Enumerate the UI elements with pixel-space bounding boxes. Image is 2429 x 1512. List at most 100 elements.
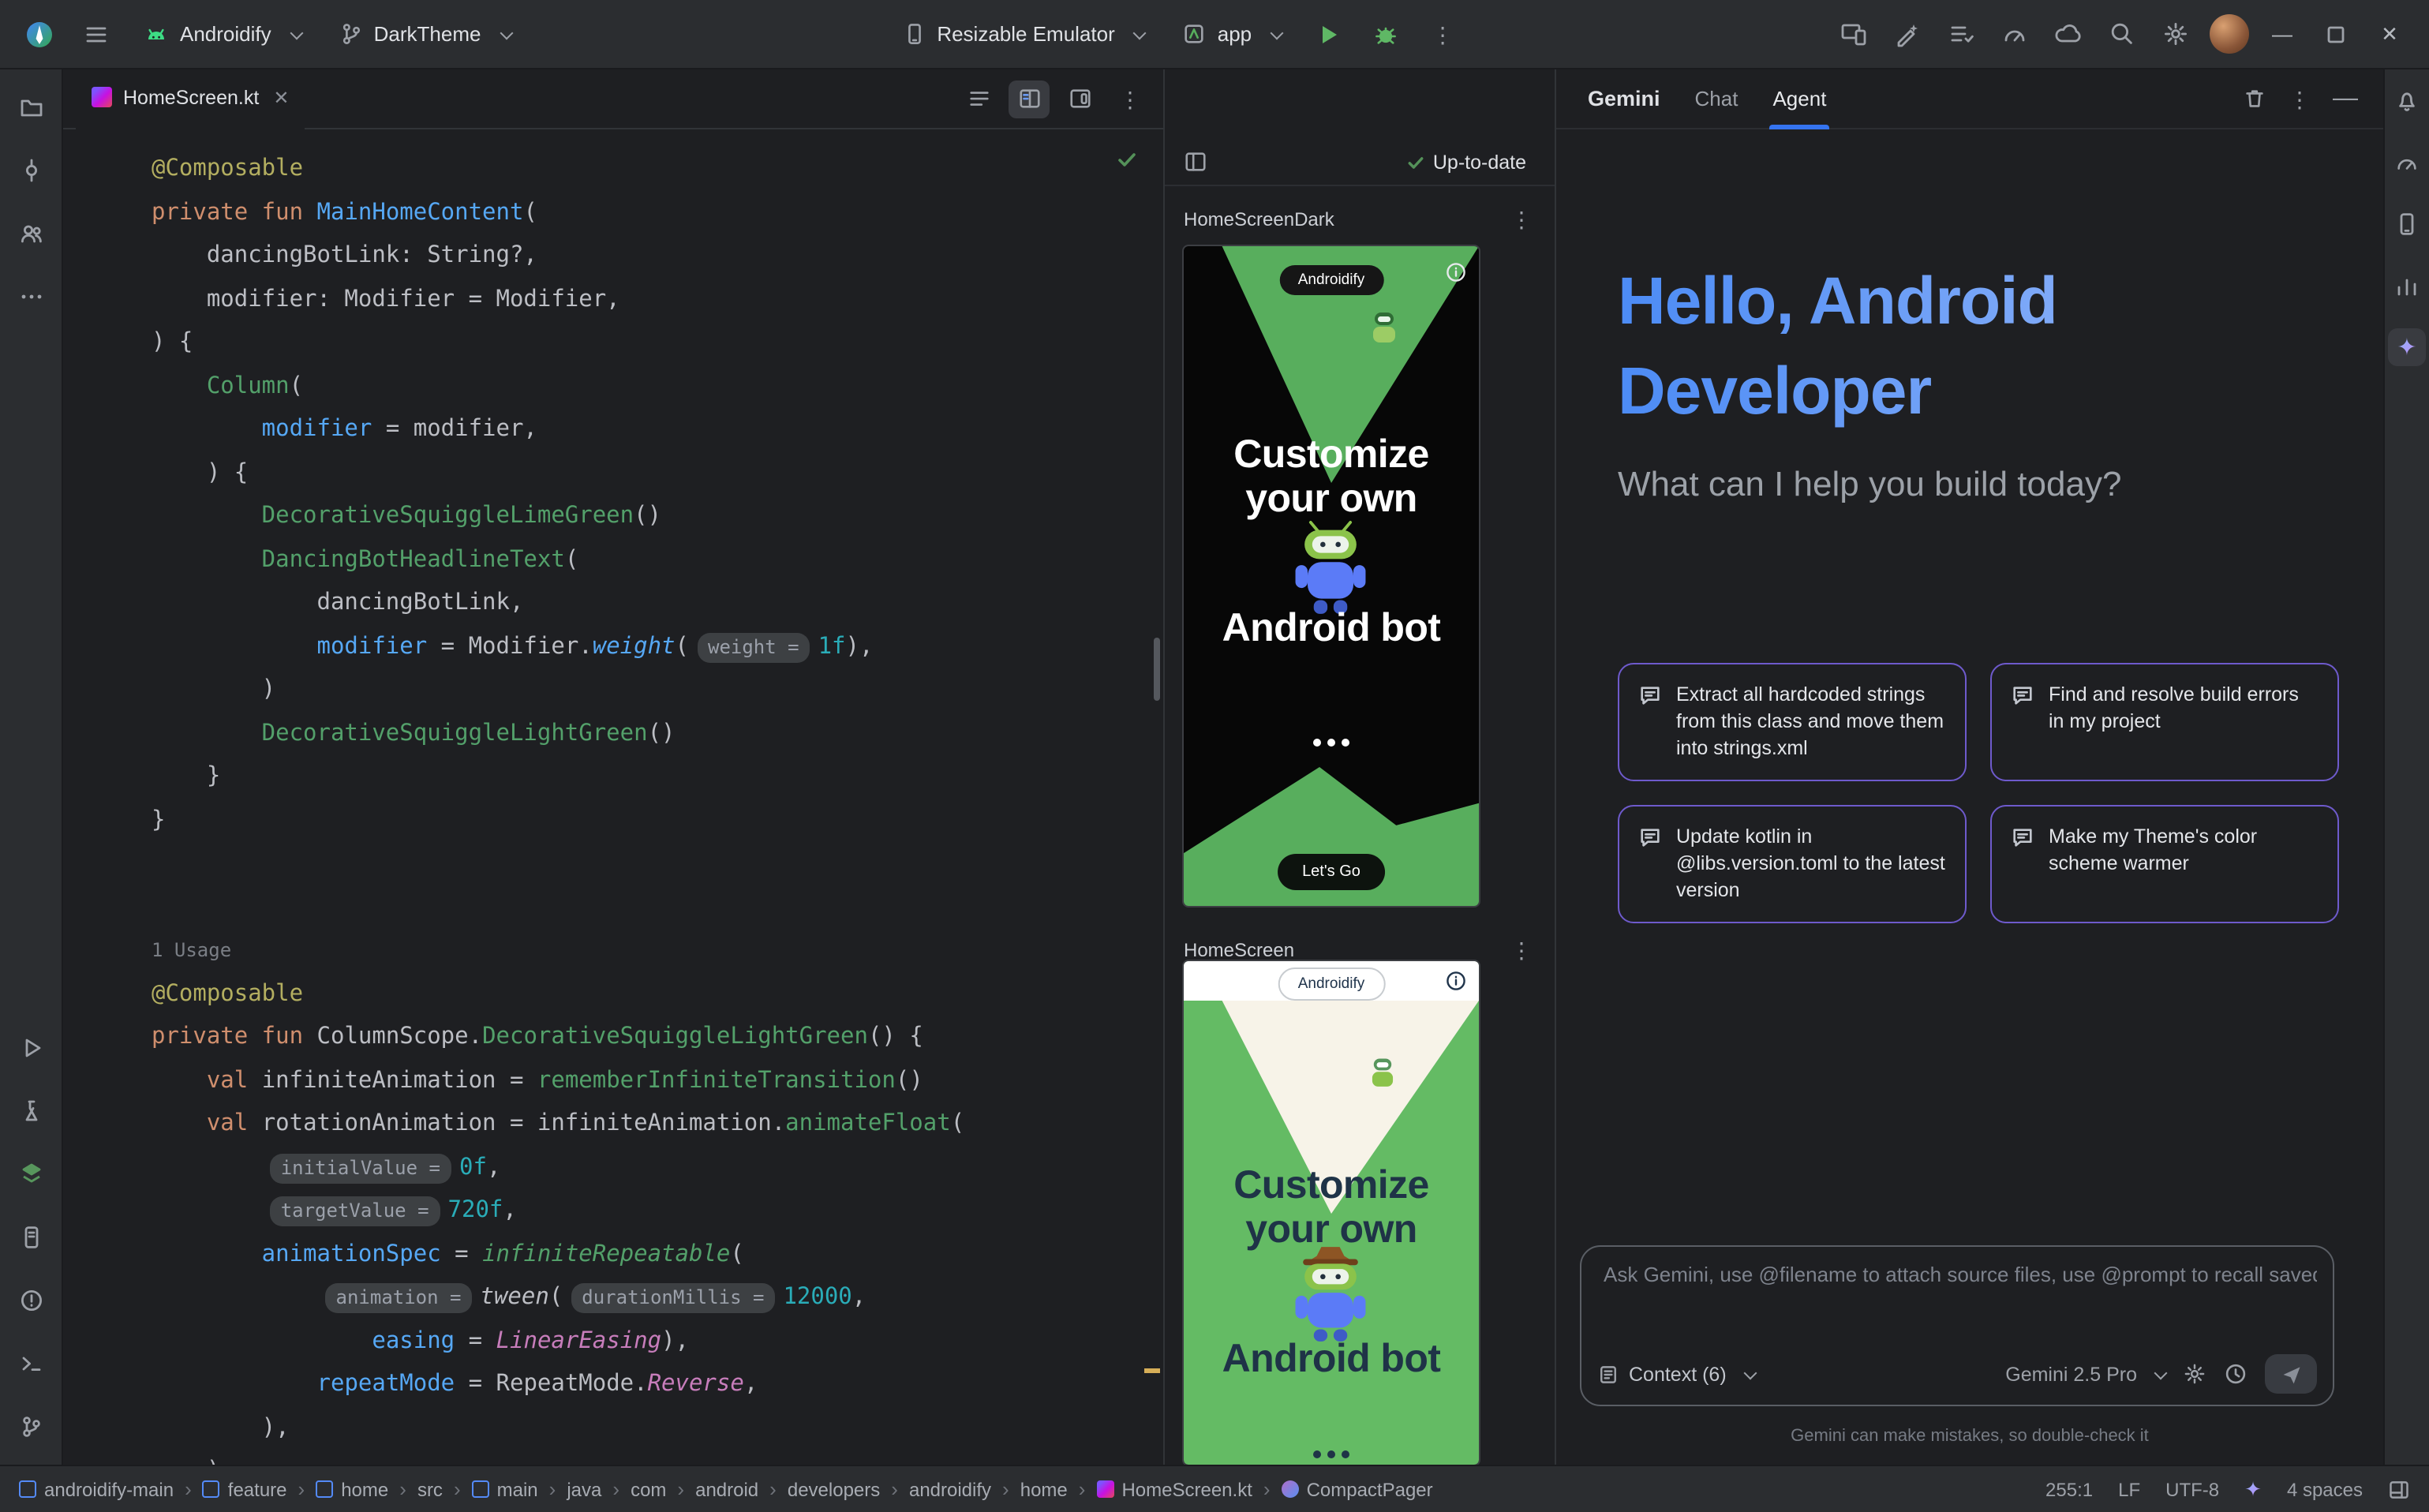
layout-settings-icon[interactable]	[2388, 1478, 2410, 1500]
project-selector[interactable]: Androidify	[129, 13, 316, 54]
code-line[interactable]: 1 Usage	[152, 930, 1163, 973]
run-tool-window-icon[interactable]	[9, 1026, 53, 1070]
build-tool-window-icon[interactable]	[9, 1152, 53, 1196]
breadcrumb-item[interactable]: developers	[788, 1478, 880, 1500]
gemini-settings-icon[interactable]	[2183, 1362, 2206, 1386]
breadcrumb-item[interactable]: java	[567, 1478, 601, 1500]
caret-position[interactable]: 255:1	[2045, 1478, 2093, 1500]
suggestion-card[interactable]: Make my Theme's color scheme warmer	[1990, 805, 2339, 923]
inspections-ok-icon[interactable]	[1116, 148, 1138, 170]
breadcrumb-item[interactable]: src	[417, 1478, 443, 1500]
preview-kebab-icon[interactable]: ⋮	[1510, 208, 1533, 230]
run-options-kebab-icon[interactable]: ⋮	[1419, 10, 1466, 58]
code-line[interactable]: }	[152, 756, 1163, 799]
code-line[interactable]: dancingBotLink,	[152, 582, 1163, 626]
debug-button[interactable]	[1362, 10, 1409, 58]
profiler-icon[interactable]	[1990, 10, 2038, 58]
code-line[interactable]: initialValue =0f,	[152, 1147, 1163, 1190]
gemini-tool-window-icon[interactable]: ✦	[2388, 328, 2426, 366]
breadcrumb-item[interactable]: home	[316, 1478, 388, 1500]
inspection-stripe-mark[interactable]	[1144, 1368, 1160, 1373]
device-manager-icon[interactable]	[2388, 205, 2426, 243]
window-maximize-button[interactable]	[2312, 10, 2360, 58]
tab-close-icon[interactable]: ✕	[273, 86, 289, 108]
code-line[interactable]	[152, 886, 1163, 930]
tab-chat[interactable]: Chat	[1695, 69, 1738, 129]
code-line[interactable]: private fun ColumnScope.DecorativeSquigg…	[152, 1016, 1163, 1060]
version-control-tool-window-icon[interactable]	[9, 1405, 53, 1449]
terminal-tool-window-icon[interactable]	[9, 1342, 53, 1386]
device-selector[interactable]: Resizable Emulator	[888, 14, 1158, 54]
user-avatar[interactable]	[2205, 10, 2252, 58]
code-line[interactable]: animation =tween(durationMillis =12000,	[152, 1277, 1163, 1320]
code-line[interactable]: animationSpec = infiniteRepeatable(	[152, 1233, 1163, 1277]
ai-code-actions-icon[interactable]	[1883, 10, 1930, 58]
code-line[interactable]: Column(	[152, 365, 1163, 409]
breadcrumb-item[interactable]: CompactPager	[1282, 1478, 1433, 1500]
breadcrumb-item[interactable]: androidify	[909, 1478, 991, 1500]
code-line[interactable]: val infiniteAnimation = rememberInfinite…	[152, 1060, 1163, 1103]
code-line[interactable]: )	[152, 1450, 1163, 1465]
code-line[interactable]: DecorativeSquiggleLightGreen()	[152, 713, 1163, 756]
code-line[interactable]: ),	[152, 1407, 1163, 1450]
code-line[interactable]: DecorativeSquiggleLimeGreen()	[152, 496, 1163, 539]
breadcrumb-item[interactable]: main	[472, 1478, 538, 1500]
task-list-icon[interactable]	[1937, 10, 1984, 58]
suggestion-card[interactable]: Extract all hardcoded strings from this …	[1618, 663, 1967, 781]
preview-kebab-icon[interactable]: ⋮	[1510, 939, 1533, 961]
code-line[interactable]: easing = LinearEasing),	[152, 1320, 1163, 1364]
breadcrumb-item[interactable]: feature	[203, 1478, 287, 1500]
prompt-history-icon[interactable]	[2224, 1362, 2247, 1386]
gemini-status-spark-icon[interactable]: ✦	[2244, 1479, 2262, 1499]
code-line[interactable]: ) {	[152, 322, 1163, 365]
info-icon[interactable]	[1446, 971, 1466, 991]
breadcrumb-item[interactable]: HomeScreen.kt	[1096, 1478, 1252, 1500]
code-line[interactable]: )	[152, 669, 1163, 713]
editor-tab-homescreen[interactable]: HomeScreen.kt ✕	[76, 69, 305, 129]
window-close-button[interactable]: ✕	[2366, 10, 2413, 58]
code-line[interactable]: dancingBotLink: String?,	[152, 235, 1163, 279]
model-selector[interactable]: Gemini 2.5 Pro	[2005, 1363, 2165, 1385]
preview-layout-icon[interactable]	[1184, 150, 1207, 174]
coverage-tool-window-icon[interactable]	[9, 1089, 53, 1133]
code-line[interactable]: repeatMode = RepeatMode.Reverse,	[152, 1364, 1163, 1407]
gemini-options-kebab-icon[interactable]: ⋮	[2289, 88, 2311, 110]
breadcrumb-item[interactable]: androidify-main	[19, 1478, 174, 1500]
breadcrumb-item[interactable]: home	[1020, 1478, 1068, 1500]
hide-panel-icon[interactable]: —	[2333, 84, 2358, 113]
project-tool-window-icon[interactable]	[9, 85, 53, 129]
file-encoding[interactable]: UTF-8	[2165, 1478, 2219, 1500]
breadcrumb-item[interactable]: com	[631, 1478, 666, 1500]
sync-project-icon[interactable]	[2044, 10, 2091, 58]
suggestion-card[interactable]: Update kotlin in @libs.version.toml to t…	[1618, 805, 1967, 923]
code-line[interactable]: modifier = Modifier.weight(weight =1f),	[152, 626, 1163, 669]
line-ending[interactable]: LF	[2118, 1478, 2140, 1500]
code-line[interactable]: @Composable	[152, 973, 1163, 1016]
suggestion-card[interactable]: Find and resolve build errors in my proj…	[1990, 663, 2339, 781]
code-line[interactable]: modifier = modifier,	[152, 409, 1163, 452]
indent-setting[interactable]: 4 spaces	[2287, 1478, 2363, 1500]
gemini-prompt-input[interactable]	[1600, 1259, 2317, 1335]
code-line[interactable]: @Composable	[152, 148, 1163, 192]
code-line[interactable]: private fun MainHomeContent(	[152, 192, 1163, 235]
preview-homescreendark[interactable]: Androidify Customize your own Android bo…	[1184, 246, 1479, 906]
run-configuration-selector[interactable]: app	[1169, 14, 1296, 54]
vcs-branch-selector[interactable]: DarkTheme	[325, 14, 526, 54]
split-view-icon[interactable]	[1009, 80, 1050, 118]
code-editor[interactable]: @Composableprivate fun MainHomeContent( …	[63, 129, 1163, 1465]
editor-scrollbar[interactable]	[1154, 638, 1160, 701]
delete-conversation-icon[interactable]	[2243, 87, 2266, 110]
search-everywhere-icon[interactable]	[2098, 10, 2145, 58]
window-minimize-button[interactable]: —	[2259, 10, 2306, 58]
send-button[interactable]	[2265, 1354, 2317, 1394]
profiler-tool-icon[interactable]	[2388, 144, 2426, 182]
code-line[interactable]: targetValue =720f,	[152, 1190, 1163, 1233]
gemini-input-box[interactable]: Context (6) Gemini 2.5 Pro	[1580, 1245, 2334, 1406]
editor-options-kebab-icon[interactable]: ⋮	[1110, 80, 1151, 118]
design-view-icon[interactable]	[1059, 80, 1100, 118]
tab-agent[interactable]: Agent	[1772, 69, 1826, 129]
settings-icon[interactable]	[2151, 10, 2199, 58]
more-tool-windows-icon[interactable]	[9, 275, 53, 319]
preview-homescreen[interactable]: Androidify Customize your own Android bo…	[1184, 961, 1479, 1465]
breadcrumb-item[interactable]: android	[695, 1478, 758, 1500]
